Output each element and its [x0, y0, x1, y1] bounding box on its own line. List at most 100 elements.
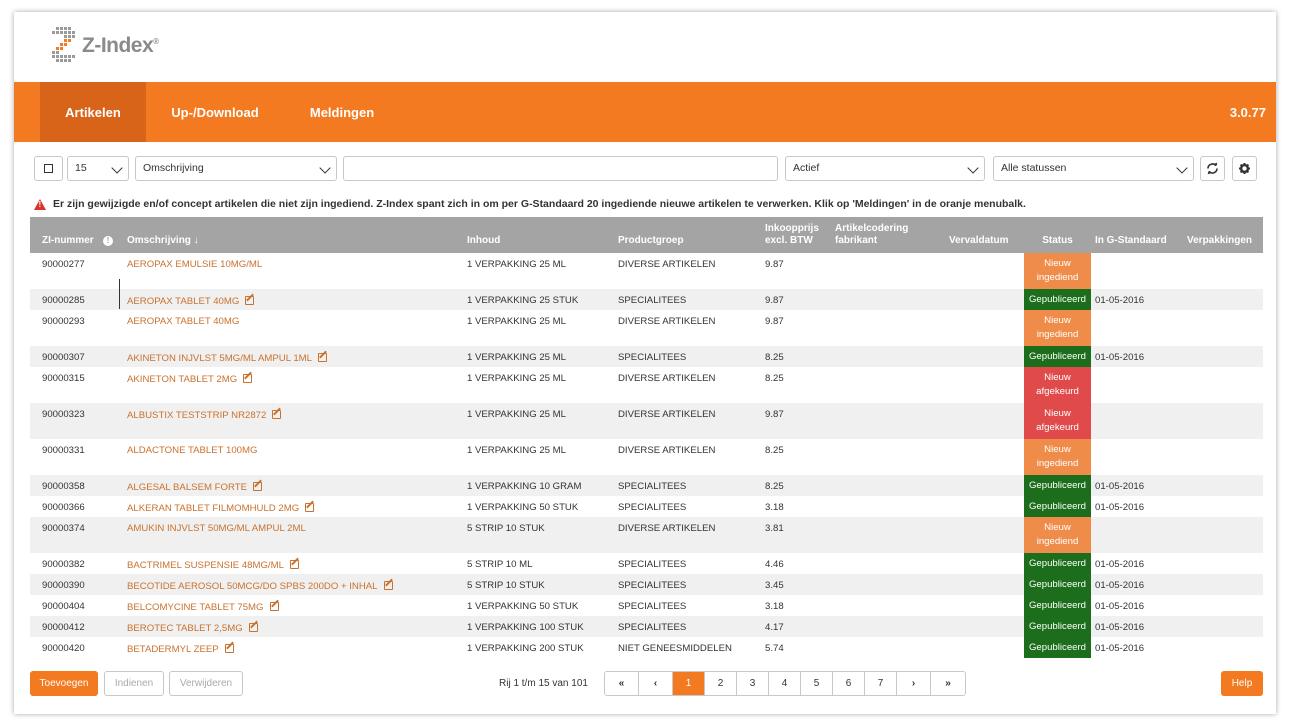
table-row[interactable]: 90000307 AKINETON INJVLST 5MG/ML AMPUL 1M… — [30, 346, 1263, 367]
table-row[interactable]: 90000382 BACTRIMEL SUSPENSIE 48MG/ML 5 STR… — [30, 553, 1263, 574]
cell-inhoud: 1 VERPAKKING 25 ML — [467, 316, 566, 327]
cell-artikelcodering — [823, 595, 937, 616]
table-row[interactable]: 90000390 BECOTIDE AEROSOL 50MCG/DO SPBS 2… — [30, 574, 1263, 595]
table-row[interactable]: 90000315 AKINETON TABLET 2MG 1 VERPAKKING … — [30, 367, 1263, 403]
edit-icon[interactable] — [272, 410, 282, 419]
edit-icon[interactable] — [318, 353, 327, 362]
cell-g-standaard — [1091, 517, 1181, 553]
search-input[interactable] — [343, 156, 778, 181]
page-1-button[interactable]: 1 — [673, 672, 705, 695]
col-zi-nummer[interactable]: ZI-nummer — [30, 217, 99, 253]
edit-icon[interactable] — [252, 482, 262, 491]
cell-artikelcodering — [823, 616, 937, 637]
cell-g-standaard: 01-05-2016 — [1095, 481, 1145, 492]
prev-page-button[interactable]: ‹ — [639, 672, 673, 695]
page-size-select[interactable]: 15 — [67, 156, 129, 181]
col-verpakkingen[interactable]: Verpakkingen — [1181, 217, 1263, 253]
article-link[interactable]: AEROPAX TABLET 40MG — [127, 296, 239, 307]
article-link[interactable]: BETADERMYL ZEEP — [127, 644, 219, 655]
table-row[interactable]: 90000358 ALGESAL BALSEM FORTE 1 VERPAKKING… — [30, 475, 1263, 496]
article-link[interactable]: BACTRIMEL SUSPENSIE 48MG/ML — [127, 560, 284, 571]
cell-vervaldatum — [937, 289, 1024, 310]
col-status[interactable]: Status — [1024, 217, 1091, 253]
col-inkoopprijs[interactable]: Inkoopprijs excl. BTW — [753, 217, 823, 253]
col-artikelcodering[interactable]: Artikelcodering fabrikant — [823, 217, 937, 253]
status-badge: Gepubliceerd — [1024, 496, 1091, 517]
col-omschrijving[interactable]: Omschrijving ↓ — [115, 217, 455, 253]
article-link[interactable]: BECOTIDE AEROSOL 50MCG/DO SPBS 200DO + I… — [127, 581, 378, 592]
cell-omschrijving: AKINETON TABLET 2MG — [115, 367, 455, 403]
edit-icon[interactable] — [248, 623, 258, 632]
status-filter-select[interactable]: Alle statussen — [993, 156, 1194, 181]
cell-verpakkingen — [1181, 553, 1263, 574]
cell-vervaldatum — [937, 310, 1024, 346]
cell-artikelcodering — [823, 439, 937, 475]
col-inhoud[interactable]: Inhoud — [455, 217, 606, 253]
page-3-button[interactable]: 3 — [737, 672, 769, 695]
settings-button[interactable] — [1232, 156, 1257, 181]
article-link[interactable]: AMUKIN INJVLST 50MG/ML AMPUL 2ML — [127, 523, 306, 534]
state-filter-select[interactable]: Actief — [785, 156, 985, 181]
article-link[interactable]: ALDACTONE TABLET 100MG — [127, 445, 257, 456]
table-row[interactable]: 90000366 ALKERAN TABLET FILMOMHULD 2MG 1 V… — [30, 496, 1263, 517]
status-badge: Gepubliceerd — [1024, 475, 1091, 496]
edit-icon[interactable] — [224, 644, 234, 653]
article-link[interactable]: ALKERAN TABLET FILMOMHULD 2MG — [127, 503, 299, 514]
edit-icon[interactable] — [383, 581, 393, 590]
cell-spacer — [99, 367, 115, 403]
first-page-button[interactable]: « — [605, 672, 639, 695]
table-row[interactable]: 90000277 AEROPAX EMULSIE 10MG/ML 1 VERPAKK… — [30, 253, 1263, 289]
article-link[interactable]: AEROPAX EMULSIE 10MG/ML — [127, 259, 262, 270]
info-icon[interactable]: ! — [103, 236, 113, 246]
help-button[interactable]: Help — [1221, 671, 1263, 696]
table-row[interactable]: 90000374 AMUKIN INJVLST 50MG/ML AMPUL 2ML… — [30, 517, 1263, 553]
cell-inkoopprijs: 9.87 — [765, 295, 784, 306]
nav-meldingen[interactable]: Meldingen — [297, 82, 387, 142]
cell-verpakkingen — [1181, 253, 1263, 289]
table-row[interactable]: 90000331 ALDACTONE TABLET 100MG 1 VERPAKKI… — [30, 439, 1263, 475]
edit-icon[interactable] — [289, 560, 299, 569]
page-6-button[interactable]: 6 — [833, 672, 865, 695]
main-navbar: Artikelen Up-/Download Meldingen 3.0.77 — [14, 82, 1276, 142]
table-row[interactable]: 90000293 AEROPAX TABLET 40MG 1 VERPAKKING … — [30, 310, 1263, 346]
col-productgroep[interactable]: Productgroep — [606, 217, 753, 253]
col-vervaldatum[interactable]: Vervaldatum — [937, 217, 1024, 253]
page-5-button[interactable]: 5 — [801, 672, 833, 695]
cell-inhoud: 5 STRIP 10 ML — [467, 559, 533, 570]
edit-icon[interactable] — [245, 296, 255, 305]
article-link[interactable]: BEROTEC TABLET 2,5MG — [127, 623, 243, 634]
warning-icon — [34, 198, 46, 210]
nav-up-download[interactable]: Up-/Download — [154, 82, 276, 142]
article-link[interactable]: AEROPAX TABLET 40MG — [127, 316, 239, 327]
add-button[interactable]: Toevoegen — [30, 671, 98, 696]
last-page-button[interactable]: » — [931, 672, 965, 695]
cell-productgroep: DIVERSE ARTIKELEN — [618, 409, 716, 420]
edit-icon[interactable] — [269, 602, 279, 611]
article-link[interactable]: ALGESAL BALSEM FORTE — [127, 482, 247, 493]
delete-button[interactable]: Verwijderen — [169, 671, 243, 696]
table-row[interactable]: 90000420 BETADERMYL ZEEP 1 VERPAKKING 200 … — [30, 637, 1263, 658]
edit-icon[interactable] — [305, 503, 315, 512]
article-link[interactable]: BELCOMYCINE TABLET 75MG — [127, 602, 264, 613]
article-link[interactable]: AKINETON TABLET 2MG — [127, 374, 237, 385]
table-row[interactable]: 90000404 BELCOMYCINE TABLET 75MG 1 VERPAKK… — [30, 595, 1263, 616]
page-2-button[interactable]: 2 — [705, 672, 737, 695]
table-row[interactable]: 90000285 AEROPAX TABLET 40MG 1 VERPAKKING … — [30, 289, 1263, 310]
article-link[interactable]: AKINETON INJVLST 5MG/ML AMPUL 1ML — [127, 353, 312, 364]
table-row[interactable]: 90000323 ALBUSTIX TESTSTRIP NR2872 1 VERPA… — [30, 403, 1263, 439]
search-field-select[interactable]: Omschrijving — [135, 156, 337, 181]
select-all-checkbox[interactable] — [34, 156, 63, 181]
page-4-button[interactable]: 4 — [769, 672, 801, 695]
cell-verpakkingen — [1181, 595, 1263, 616]
submit-button[interactable]: Indienen — [104, 671, 164, 696]
article-link[interactable]: ALBUSTIX TESTSTRIP NR2872 — [127, 410, 266, 421]
page-7-button[interactable]: 7 — [865, 672, 897, 695]
col-g-standaard[interactable]: In G-Standaard — [1091, 217, 1181, 253]
nav-artikelen[interactable]: Artikelen — [40, 82, 146, 142]
z-index-logo[interactable]: Z-Index® — [48, 24, 159, 68]
table-row[interactable]: 90000412 BEROTEC TABLET 2,5MG 1 VERPAKKING… — [30, 616, 1263, 637]
refresh-button[interactable] — [1200, 156, 1225, 181]
cell-vervaldatum — [937, 367, 1024, 403]
next-page-button[interactable]: › — [897, 672, 931, 695]
edit-icon[interactable] — [243, 374, 253, 383]
